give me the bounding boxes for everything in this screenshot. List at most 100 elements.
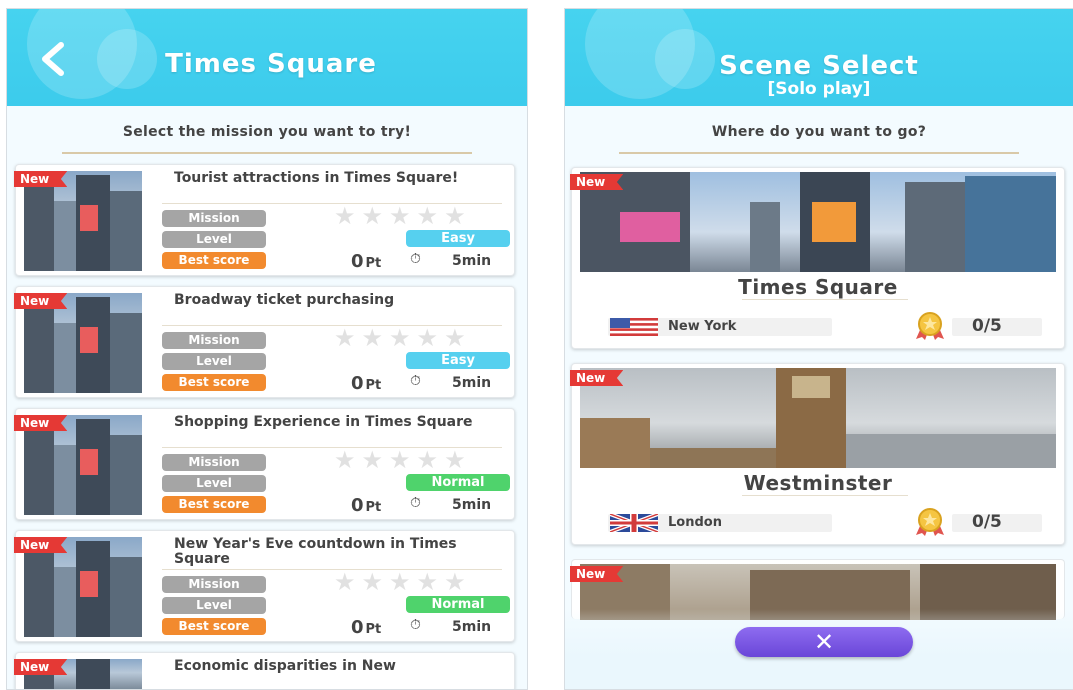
duration: 5min: [452, 619, 492, 635]
star-rating: ★ ★ ★ ★ ★: [334, 202, 466, 230]
star-icon: ★: [416, 446, 439, 474]
mission-label: Mission: [162, 210, 266, 227]
mission-list: New Tourist attractions in Times Square!…: [14, 164, 515, 689]
new-badge: New: [14, 659, 68, 675]
star-icon: ★: [334, 202, 356, 230]
mission-card[interactable]: New New Year's Eve countdown in Times Sq…: [14, 530, 515, 642]
level-label: Level: [162, 231, 266, 248]
difficulty-badge: Easy: [406, 352, 510, 369]
star-icon: ★: [444, 446, 466, 474]
divider: [619, 152, 1019, 154]
star-rating: ★ ★ ★ ★ ★: [334, 324, 466, 352]
star-icon: ★: [389, 202, 411, 230]
scene-name: Westminster: [743, 471, 893, 495]
scene-card[interactable]: New Times Square New York 0/5: [570, 167, 1065, 349]
header: Times Square: [7, 9, 527, 106]
mission-title: New Year's Eve countdown in Times Square: [174, 536, 457, 567]
mission-card[interactable]: New Shopping Experience in Times Square …: [14, 408, 515, 520]
star-icon: ★: [334, 568, 356, 596]
best-score-value: 0 Pt: [351, 617, 382, 638]
uk-flag-icon: [610, 514, 658, 532]
star-icon: ★: [416, 568, 439, 596]
medal-icon: [916, 312, 944, 340]
difficulty-badge: Easy: [406, 230, 510, 247]
us-flag-icon: [610, 318, 658, 336]
star-icon: ★: [334, 324, 356, 352]
mission-select-screen: Times Square Select the mission you want…: [6, 8, 528, 690]
page-title: Times Square: [165, 49, 377, 79]
best-score-label: Best score: [162, 252, 266, 269]
new-badge: New: [14, 537, 68, 553]
star-icon: ★: [361, 202, 384, 230]
scene-name: Times Square: [738, 275, 898, 299]
instruction-text: Where do you want to go?: [711, 124, 927, 140]
new-badge: New: [14, 415, 68, 431]
scene-select-screen: Scene Select [Solo play] Where do you wa…: [564, 8, 1073, 690]
city-name: London: [668, 515, 722, 530]
best-score-label: Best score: [162, 618, 266, 635]
best-score-value: 0 Pt: [351, 495, 382, 516]
mission-card[interactable]: New Tourist attractions in Times Square!…: [14, 164, 515, 276]
new-badge: New: [570, 174, 624, 190]
header: Scene Select [Solo play]: [565, 9, 1073, 106]
scene-card[interactable]: New Westminster London 0/5: [570, 363, 1065, 545]
timer-icon: ⏱: [410, 617, 421, 633]
city-name: New York: [668, 319, 737, 334]
timer-icon: ⏱: [410, 251, 421, 267]
duration: 5min: [452, 253, 492, 269]
scene-image: [580, 368, 1056, 468]
star-icon: ★: [416, 202, 439, 230]
divider: [742, 495, 908, 496]
medal-icon: [916, 508, 944, 536]
difficulty-badge: Normal: [406, 596, 510, 613]
new-badge: New: [14, 293, 68, 309]
mission-label: Mission: [162, 576, 266, 593]
level-label: Level: [162, 597, 266, 614]
timer-icon: ⏱: [410, 495, 421, 511]
progress-count: 0/5: [972, 316, 1002, 336]
duration: 5min: [452, 375, 492, 391]
new-badge: New: [570, 566, 624, 582]
scene-image: [580, 172, 1056, 272]
mission-title: Economic disparities in New: [174, 658, 396, 674]
close-button[interactable]: ✕: [735, 627, 913, 657]
page-subtitle: [Solo play]: [767, 79, 871, 99]
page-title: Scene Select: [719, 51, 919, 81]
close-icon: ✕: [813, 628, 835, 656]
mission-title: Tourist attractions in Times Square!: [174, 170, 459, 186]
star-icon: ★: [361, 324, 384, 352]
star-icon: ★: [389, 324, 411, 352]
level-label: Level: [162, 353, 266, 370]
star-icon: ★: [334, 446, 356, 474]
best-score-label: Best score: [162, 496, 266, 513]
star-icon: ★: [444, 568, 466, 596]
star-rating: ★ ★ ★ ★ ★: [334, 568, 466, 596]
star-icon: ★: [444, 202, 466, 230]
mission-title: Shopping Experience in Times Square: [174, 414, 473, 430]
difficulty-badge: Normal: [406, 474, 510, 491]
best-score-value: 0 Pt: [351, 251, 382, 272]
best-score-value: 0 Pt: [351, 373, 382, 394]
star-icon: ★: [444, 324, 466, 352]
best-score-label: Best score: [162, 374, 266, 391]
mission-title: Broadway ticket purchasing: [174, 292, 395, 308]
instruction-text: Select the mission you want to try!: [122, 124, 412, 140]
star-icon: ★: [389, 446, 411, 474]
progress-count: 0/5: [972, 512, 1002, 532]
new-badge: New: [14, 171, 68, 187]
star-icon: ★: [361, 568, 384, 596]
scene-list: New Times Square New York 0/5 New Westmi…: [570, 167, 1065, 633]
duration: 5min: [452, 497, 492, 513]
mission-card[interactable]: New Economic disparities in New: [14, 652, 515, 689]
mission-card[interactable]: New Broadway ticket purchasing Mission L…: [14, 286, 515, 398]
divider: [742, 299, 908, 300]
level-label: Level: [162, 475, 266, 492]
star-icon: ★: [389, 568, 411, 596]
star-rating: ★ ★ ★ ★ ★: [334, 446, 466, 474]
star-icon: ★: [361, 446, 384, 474]
mission-label: Mission: [162, 332, 266, 349]
divider: [62, 152, 472, 154]
timer-icon: ⏱: [410, 373, 421, 389]
star-icon: ★: [416, 324, 439, 352]
new-badge: New: [570, 370, 624, 386]
